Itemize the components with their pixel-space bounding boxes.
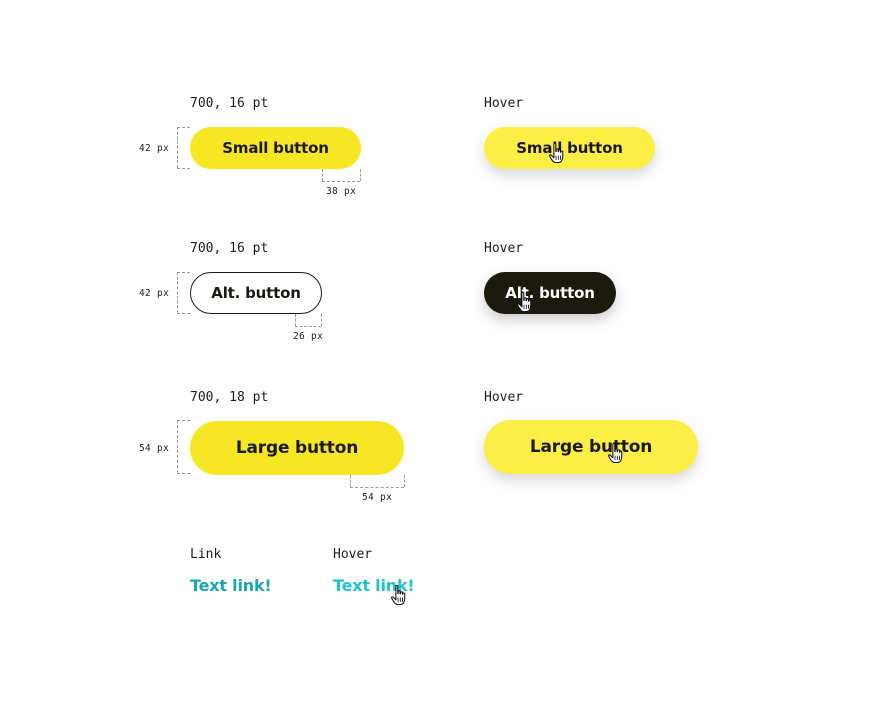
small-height-dimension: 42 px — [139, 143, 170, 154]
dimension-guide — [177, 420, 190, 421]
alt-hover-caption: Hover — [484, 241, 524, 256]
link-hover-caption: Hover — [333, 547, 373, 562]
small-button-hover[interactable]: Small button — [484, 127, 655, 169]
large-button[interactable]: Large button — [190, 421, 404, 475]
dimension-guide — [177, 272, 190, 273]
alt-height-dimension: 42 px — [139, 288, 170, 299]
dimension-guide — [322, 181, 360, 182]
dimension-guide — [177, 127, 178, 168]
alt-spec-caption: 700, 16 pt — [190, 241, 269, 256]
large-padding-dimension: 54 px — [362, 492, 393, 503]
large-hover-caption: Hover — [484, 390, 524, 405]
dimension-guide — [322, 169, 323, 181]
dimension-guide — [177, 272, 178, 313]
large-height-dimension: 54 px — [139, 443, 170, 454]
dimension-guide — [295, 326, 321, 327]
alt-button-hover[interactable]: Alt. button — [484, 272, 616, 314]
small-padding-dimension: 38 px — [326, 186, 357, 197]
small-button[interactable]: Small button — [190, 127, 361, 169]
dimension-guide — [177, 313, 190, 314]
alt-padding-dimension: 26 px — [293, 331, 324, 342]
text-link-hover[interactable]: Text link! — [333, 576, 415, 595]
dimension-guide — [177, 420, 178, 473]
link-caption: Link — [190, 547, 222, 562]
small-spec-caption: 700, 16 pt — [190, 96, 269, 111]
alt-button[interactable]: Alt. button — [190, 272, 322, 314]
small-hover-caption: Hover — [484, 96, 524, 111]
large-button-hover[interactable]: Large button — [484, 420, 698, 474]
dimension-guide — [177, 168, 190, 169]
dimension-guide — [177, 127, 190, 128]
dimension-guide — [360, 169, 361, 181]
dimension-guide — [350, 487, 404, 488]
text-link[interactable]: Text link! — [190, 576, 272, 595]
large-spec-caption: 700, 18 pt — [190, 390, 269, 405]
dimension-guide — [350, 475, 351, 487]
dimension-guide — [404, 475, 405, 487]
dimension-guide — [295, 314, 296, 326]
dimension-guide — [321, 314, 322, 326]
dimension-guide — [177, 473, 190, 474]
